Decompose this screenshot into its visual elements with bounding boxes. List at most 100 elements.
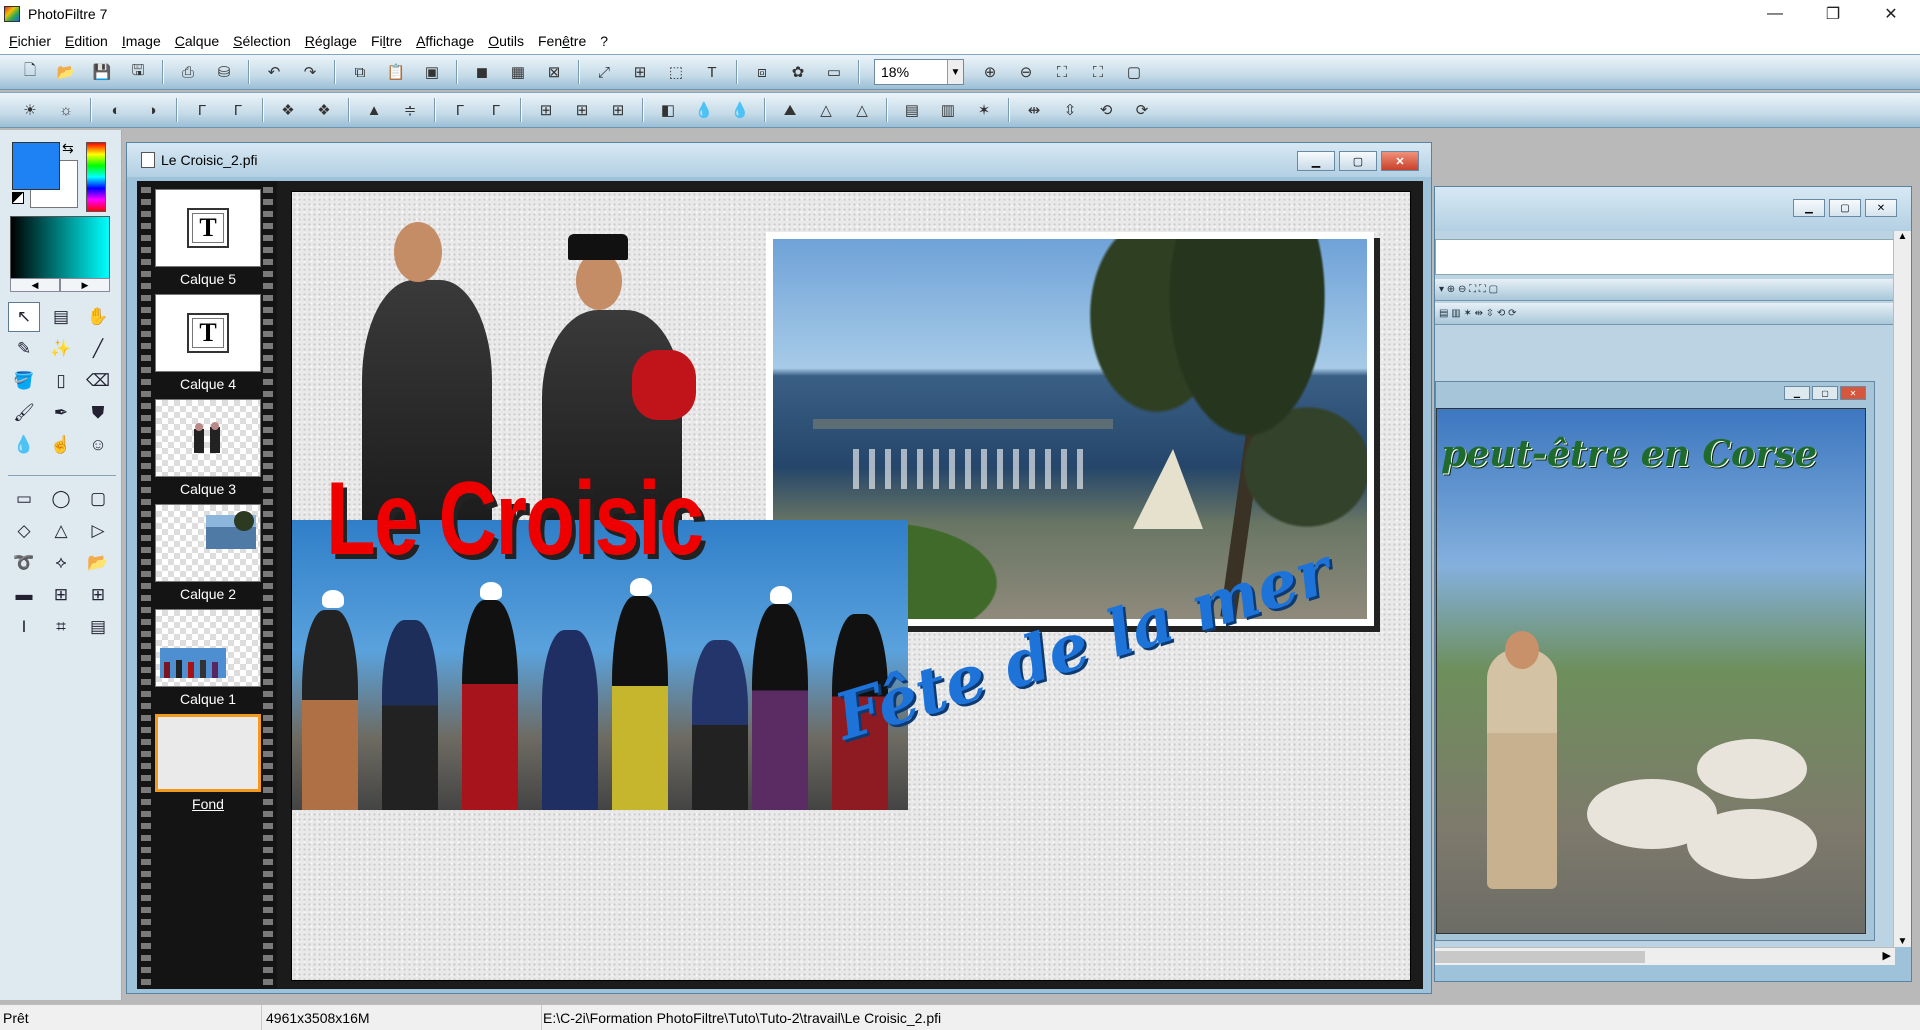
menu-selection[interactable]: Sélection (228, 33, 300, 49)
lasso-icon[interactable]: ➰ (8, 548, 40, 578)
doc-close-button[interactable]: ✕ (1381, 151, 1419, 171)
menu-help[interactable]: ? (595, 33, 617, 49)
diamond-select-icon[interactable]: ◇ (8, 516, 40, 546)
hue-picker[interactable] (86, 142, 106, 212)
contrast-minus-icon[interactable]: ◐ (104, 98, 128, 122)
ratio-free-icon[interactable]: ▬ (8, 580, 40, 610)
emboss-icon[interactable]: ⛰ (778, 98, 802, 122)
select-window-icon[interactable]: ▤ (82, 612, 114, 642)
menu-filtre[interactable]: Filtre (366, 33, 411, 49)
paste-new-icon[interactable]: ▣ (420, 60, 444, 84)
arrow-select-icon[interactable]: ▷ (82, 516, 114, 546)
save-as-icon[interactable]: 🖫 (126, 60, 150, 84)
foreground-color-swatch[interactable] (12, 142, 60, 190)
rotate-left-icon[interactable]: ⟲ (1094, 98, 1118, 122)
menu-calque[interactable]: Calque (170, 33, 228, 49)
grid-filter-icon[interactable]: ⊞ (534, 98, 558, 122)
menu-outils[interactable]: Outils (483, 33, 533, 49)
actual-size-icon[interactable]: ⛶ (1050, 60, 1074, 84)
menu-fichier[interactable]: Fichier (4, 33, 60, 49)
ellipse-select-icon[interactable]: ◯ (45, 484, 77, 514)
swap-colors-icon[interactable]: ⇆ (62, 140, 74, 157)
open-shape-icon[interactable]: 📂 (82, 548, 114, 578)
layer-item[interactable]: Fond (155, 714, 261, 814)
polygon-lasso-icon[interactable]: ⟡ (45, 548, 77, 578)
menu-fenetre[interactable]: Fenêtre (533, 33, 595, 49)
print-icon[interactable]: ⎙ (176, 60, 200, 84)
sharpen-icon[interactable]: 💧 (728, 98, 752, 122)
plugins-icon[interactable]: ✿ (786, 60, 810, 84)
save-icon[interactable]: 💾 (90, 60, 114, 84)
brightness-minus-icon[interactable]: ☀ (18, 98, 42, 122)
smudge-icon[interactable]: ☝ (45, 430, 77, 460)
bucket-fill-icon[interactable]: 🪣 (8, 366, 40, 396)
layer-item[interactable]: Calque 2 (155, 504, 261, 604)
palette-icon[interactable]: ▦ (506, 60, 530, 84)
menu-reglage[interactable]: Réglage (300, 33, 366, 49)
transparency-icon[interactable]: ⊠ (542, 60, 566, 84)
zoom-select[interactable]: 18% ▼ (874, 59, 964, 85)
gamma-plus-icon[interactable]: Γ (226, 98, 250, 122)
nested-maximize-button[interactable]: ▢ (1812, 386, 1838, 400)
levels-icon[interactable]: ▲ (362, 98, 386, 122)
effects-icon[interactable]: ✶ (972, 98, 996, 122)
stamp-icon[interactable]: ⛊ (82, 398, 114, 428)
doc-minimize-button[interactable]: ▁ (1297, 151, 1335, 171)
sharpen-triangle-icon[interactable]: △ (850, 98, 874, 122)
rectangle-select-icon[interactable]: ▭ (8, 484, 40, 514)
saturation-plus-icon[interactable]: ❖ (312, 98, 336, 122)
close-button[interactable]: ✕ (1862, 0, 1920, 28)
grid-filter-3-icon[interactable]: ⊞ (606, 98, 630, 122)
undo-icon[interactable]: ↶ (262, 60, 286, 84)
vertical-scrollbar[interactable]: ▲ ▼ (1893, 231, 1911, 947)
new-file-icon[interactable]: 🗋 (18, 60, 42, 84)
advanced-brush-icon[interactable]: ✒ (45, 398, 77, 428)
sharpen-more-icon[interactable]: △ (814, 98, 838, 122)
spray-icon[interactable]: ▯ (45, 366, 77, 396)
rounded-rect-select-icon[interactable]: ▢ (82, 484, 114, 514)
gradient-next-button[interactable]: ▶ (60, 278, 110, 292)
transform-select-icon[interactable]: ⌗ (45, 612, 77, 642)
scrollbar-thumb[interactable] (1435, 951, 1645, 963)
image-canvas[interactable]: Le Croisic Fête de la mer (291, 191, 1411, 981)
open-file-icon[interactable]: 📂 (54, 60, 78, 84)
menu-image[interactable]: Image (117, 33, 170, 49)
layer-item[interactable]: T Calque 5 (155, 189, 261, 289)
layer-item[interactable]: Calque 1 (155, 609, 261, 709)
fill-bg-icon[interactable]: ◼ (470, 60, 494, 84)
nested-close-button[interactable]: ✕ (1840, 386, 1866, 400)
hand-tool-icon[interactable]: ✋ (82, 302, 114, 332)
scroll-right-icon[interactable]: ▶ (1883, 949, 1891, 962)
soften-icon[interactable]: ◧ (656, 98, 680, 122)
gamma-minus-icon[interactable]: Γ (190, 98, 214, 122)
horizontal-scrollbar[interactable]: ▶ (1435, 947, 1895, 965)
selection-tool-icon[interactable]: ↖ (8, 302, 40, 332)
window-icon[interactable]: ▭ (822, 60, 846, 84)
scan-icon[interactable]: ⛁ (212, 60, 236, 84)
line-tool-icon[interactable]: ╱ (82, 334, 114, 364)
magic-wand-icon[interactable]: ✨ (45, 334, 77, 364)
layer-item[interactable]: T Calque 4 (155, 294, 261, 394)
copy-icon[interactable]: ⧉ (348, 60, 372, 84)
blur-icon[interactable]: 💧 (692, 98, 716, 122)
flip-vertical-icon[interactable]: ⇳ (1058, 98, 1082, 122)
gradient-2-icon[interactable]: ▥ (936, 98, 960, 122)
brush-icon[interactable]: 🖌 (8, 398, 40, 428)
auto-levels-icon[interactable]: Γ (448, 98, 472, 122)
image-size-icon[interactable]: ⤢ (592, 60, 616, 84)
menu-affichage[interactable]: Affichage (411, 33, 483, 49)
gradient-prev-button[interactable]: ◀ (10, 278, 60, 292)
doc-maximize-button[interactable]: ▢ (1339, 151, 1377, 171)
text-select-icon[interactable]: I (8, 612, 40, 642)
auto-contrast-icon[interactable]: Γ (484, 98, 508, 122)
fullscreen-icon[interactable]: ▢ (1122, 60, 1146, 84)
triangle-select-icon[interactable]: △ (45, 516, 77, 546)
contrast-plus-icon[interactable]: ◑ (140, 98, 164, 122)
layers-icon[interactable]: ⧈ (750, 60, 774, 84)
layer-item[interactable]: Calque 3 (155, 399, 261, 499)
canvas-size-icon[interactable]: ⊞ (628, 60, 652, 84)
text-icon[interactable]: T (700, 60, 724, 84)
layer-tool-icon[interactable]: ▤ (45, 302, 77, 332)
flip-horizontal-icon[interactable]: ⇹ (1022, 98, 1046, 122)
grid-filter-2-icon[interactable]: ⊞ (570, 98, 594, 122)
